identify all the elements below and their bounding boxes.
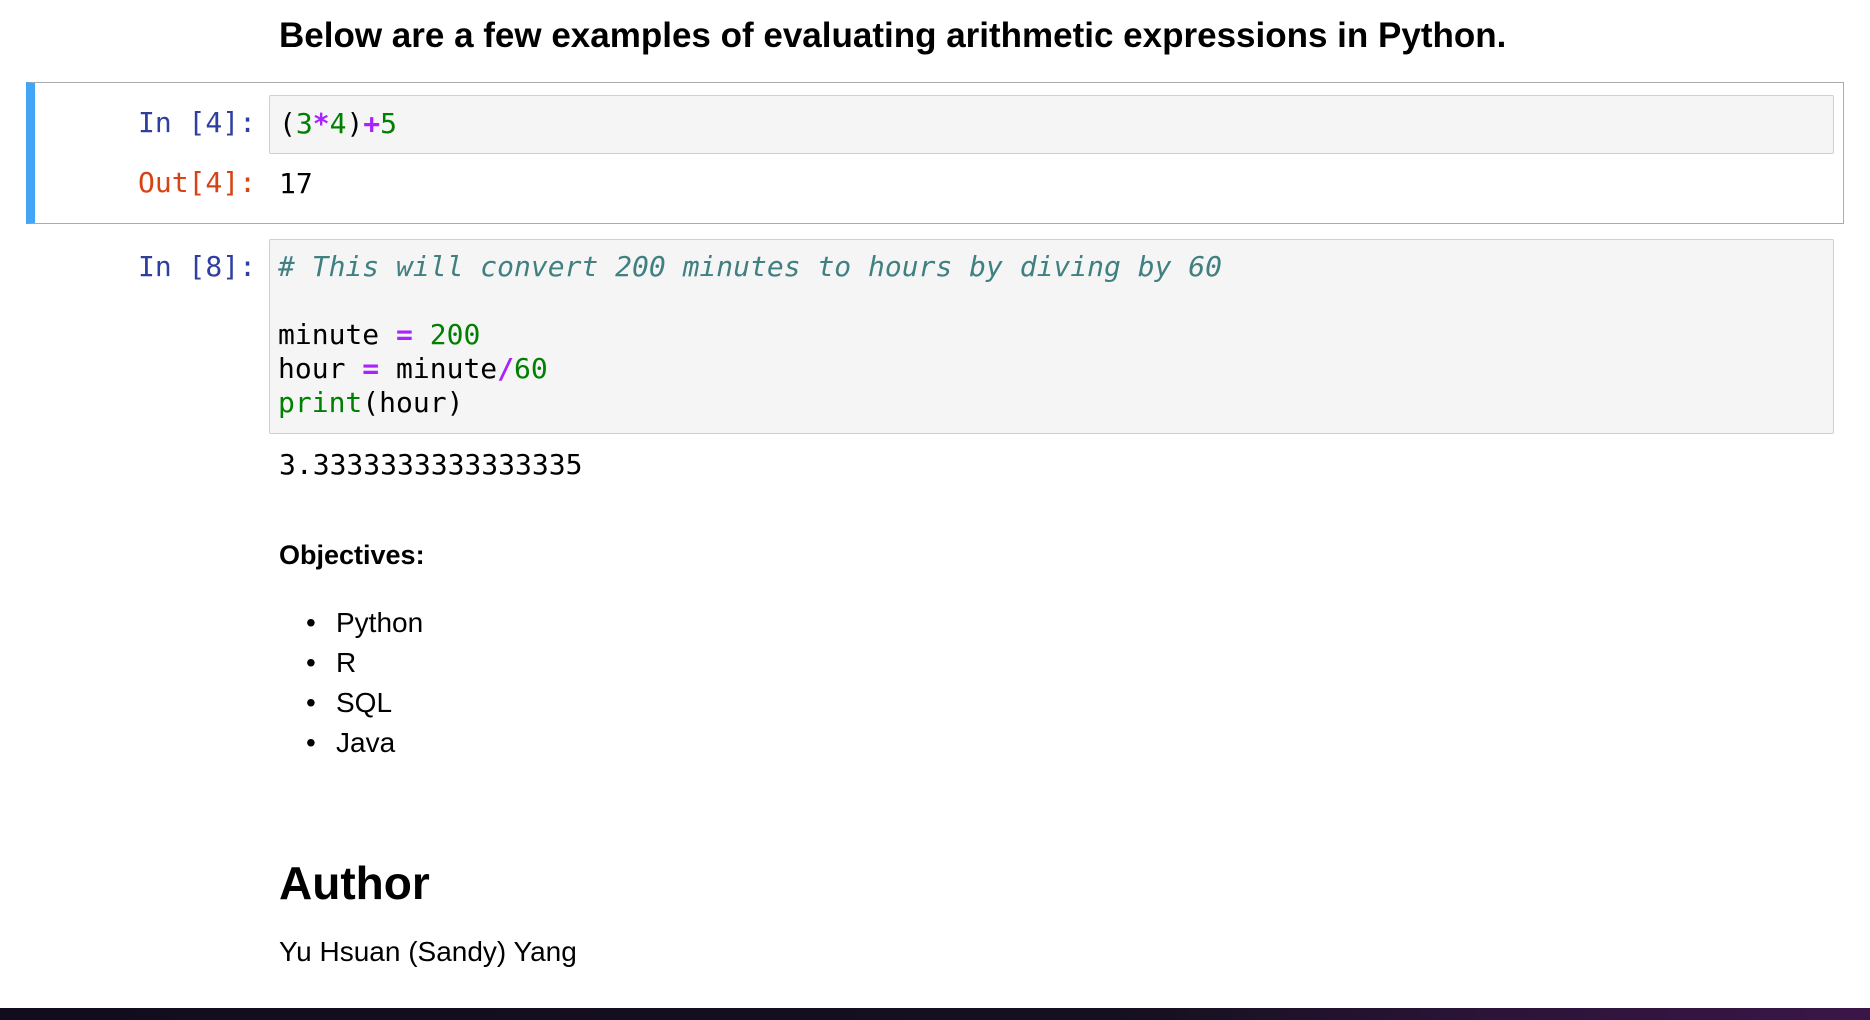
author-heading: Author [279,857,430,909]
list-item: • Python [306,603,423,643]
code-line: hour = minute/60 [278,352,548,385]
bullet-icon: • [306,607,316,638]
bottom-bar [0,1008,1870,1020]
code-comment: # This will convert 200 minutes to hours… [278,250,1223,283]
list-item: • SQL [306,683,423,723]
bullet-icon: • [306,727,316,758]
markdown-heading-intro: Below are a few examples of evaluating a… [279,16,1507,55]
objectives-list: • Python • R • SQL • Java [306,603,423,763]
bullet-icon: • [306,687,316,718]
objectives-heading: Objectives: [279,540,425,570]
output-prompt: Out[4]: [137,166,256,199]
input-prompt: In [4]: [137,106,256,139]
list-item: • R [306,643,423,683]
author-name: Yu Hsuan (Sandy) Yang [279,936,577,967]
bullet-icon: • [306,647,316,678]
code-input-area[interactable]: (3*4)+5 [269,95,1834,154]
code-line: print(hour) [278,386,464,419]
input-prompt: In [8]: [137,250,256,283]
list-item: • Java [306,723,423,763]
code-line: (3*4)+5 [279,107,398,140]
cell-output: 3.3333333333333335 [279,448,583,481]
cell-output: 17 [279,167,313,200]
code-input-area[interactable]: # This will convert 200 minutes to hours… [269,239,1834,434]
code-line: minute = 200 [278,318,481,351]
